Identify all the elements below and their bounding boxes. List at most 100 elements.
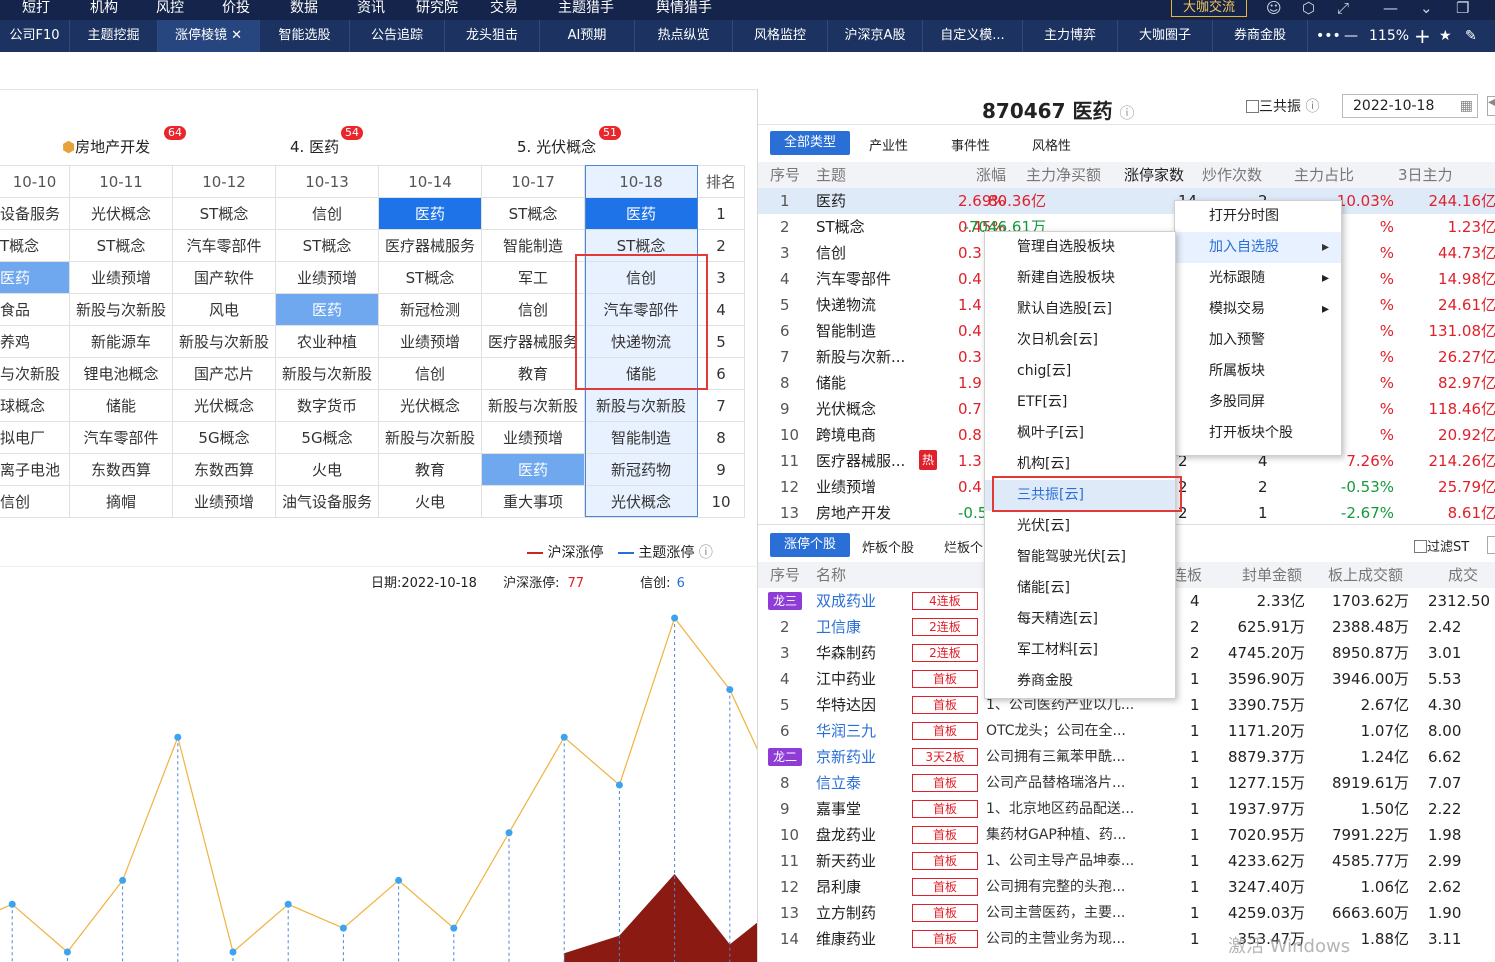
col-header[interactable]: 板上成交额 [1328, 562, 1403, 588]
stock-row[interactable]: 8 信立泰 首板 公司产品替格瑞洛片... 1 1277.15万 8919.61万 7.07 [758, 770, 1495, 796]
theme-cell[interactable]: 新股与次新股 [173, 326, 276, 358]
theme-cell[interactable]: 东数西算 [173, 454, 276, 486]
theme-cell[interactable]: 汽车零部件 [173, 230, 276, 262]
theme-cell[interactable]: 医疗器械服务 [379, 230, 482, 262]
theme-cell[interactable]: 智能制造 [482, 230, 585, 262]
filter-all-types[interactable]: 全部类型 [770, 131, 850, 155]
col-header[interactable]: 主力占比 [1294, 162, 1354, 188]
ctx-watchlist-item[interactable]: 默认自选股[云] [985, 294, 1175, 325]
menu-item-yuqinglieshou[interactable]: 舆情猎手 [656, 0, 712, 17]
tab-zhangting-prism[interactable]: 涨停棱镜 ✕ [158, 20, 260, 52]
theme-cell[interactable]: 业绩预增 [173, 486, 276, 518]
data-point[interactable] [63, 948, 71, 956]
theme-cell[interactable]: 业绩预增 [70, 262, 173, 294]
theme-cell[interactable]: 新股与次新股 [482, 390, 585, 422]
data-point[interactable] [174, 733, 182, 741]
help-icon[interactable]: ⓘ [699, 545, 713, 561]
theme-cell[interactable]: T概念 [0, 230, 70, 262]
stock-name[interactable]: 京新药业 [816, 744, 876, 770]
theme-cell[interactable]: 信创 [0, 486, 70, 518]
stock-name[interactable]: 嘉事堂 [816, 796, 861, 822]
zoom-in-icon[interactable]: + [1414, 20, 1431, 52]
ctx-watchlist-item[interactable]: 每天精选[云] [985, 604, 1175, 635]
ctx-watchlist-item[interactable]: 三共振[云] [985, 480, 1175, 511]
tab-leader-snipe[interactable]: 龙头狙击 [445, 20, 540, 52]
calendar-icon[interactable]: ▦ [1460, 95, 1473, 117]
tab-ai-expect[interactable]: AI预期 [540, 20, 635, 52]
more-icon[interactable]: ••• [1316, 20, 1341, 52]
tab-broken-board[interactable]: 炸板个股 [862, 537, 914, 556]
data-point[interactable] [8, 900, 16, 908]
ctx-watchlist-item[interactable]: 新建自选股板块 [985, 263, 1175, 294]
ctx-add-watchlist[interactable]: 加入自选股 ▸ [1175, 232, 1341, 263]
stock-name[interactable]: 信立泰 [816, 770, 861, 796]
theme-cell[interactable]: 快递物流 [585, 326, 698, 358]
theme-cell[interactable]: ST概念 [276, 230, 379, 262]
filter-style[interactable]: 风格性 [1032, 135, 1071, 154]
stock-name[interactable]: 维康药业 [816, 926, 876, 952]
theme-cell[interactable]: 新冠检测 [379, 294, 482, 326]
date-header[interactable]: 10-13 [276, 166, 379, 198]
theme-cell[interactable]: ST概念 [585, 230, 698, 262]
col-header[interactable]: 成交 [1448, 562, 1478, 588]
ctx-watchlist-item[interactable]: 枫叶子[云] [985, 418, 1175, 449]
theme-cell[interactable]: 与次新股 [0, 358, 70, 390]
theme-cell[interactable]: 医药 [0, 262, 70, 294]
theme-cell[interactable]: 新能源车 [70, 326, 173, 358]
theme-cell[interactable]: 油气设备服务 [276, 486, 379, 518]
theme-cell[interactable]: 医疗器械服务 [482, 326, 585, 358]
ctx-watchlist-item[interactable]: ETF[云] [985, 387, 1175, 418]
theme-cell[interactable]: 农业种植 [276, 326, 379, 358]
collapse-icon[interactable]: ⌄ [1420, 0, 1433, 16]
theme-cell[interactable]: 锂电池概念 [70, 358, 173, 390]
filter-st-checkbox[interactable]: 过滤ST [1414, 536, 1469, 555]
col-header[interactable]: 主力净买额 [1026, 162, 1101, 188]
data-point[interactable] [560, 733, 568, 741]
ctx-watchlist-item[interactable]: 券商金股 [985, 666, 1175, 697]
theme-cell[interactable]: 汽车零部件 [585, 294, 698, 326]
ctx-watchlist-item[interactable]: 管理自选股板块 [985, 232, 1175, 263]
shrink-icon[interactable]: ⤢ [1337, 0, 1349, 16]
date-header[interactable]: 10-12 [173, 166, 276, 198]
theme-cell[interactable]: 数字货币 [276, 390, 379, 422]
date-header[interactable]: 10-17 [482, 166, 585, 198]
stock-row[interactable]: 12 昂利康 首板 公司拥有完整的头孢... 1 3247.40万 1.06亿 2.62 [758, 874, 1495, 900]
theme-cell[interactable]: ST概念 [482, 198, 585, 230]
col-header[interactable]: 3日主力 [1398, 162, 1453, 188]
theme-cell[interactable]: 5G概念 [173, 422, 276, 454]
top-theme-2[interactable]: 4. 医药 [290, 136, 339, 157]
star-icon[interactable]: ★ [1439, 20, 1452, 52]
menu-item-zhutilieshou[interactable]: 主题猎手 [558, 0, 614, 17]
tab-limit-up-stocks[interactable]: 涨停个股 [770, 533, 850, 557]
stock-name[interactable]: 盘龙药业 [816, 822, 876, 848]
ctx-cursor-follow[interactable]: 光标跟随 ▸ [1175, 263, 1341, 294]
tab-a-shares[interactable]: 沪深京A股 [828, 20, 923, 52]
theme-cell[interactable]: 食品 [0, 294, 70, 326]
stock-name[interactable]: 双成药业 [816, 588, 876, 614]
theme-cell[interactable]: 储能 [585, 358, 698, 390]
theme-cell[interactable]: 新股与次新股 [379, 422, 482, 454]
stock-name[interactable]: 立方制药 [816, 900, 876, 926]
tab-daka-circle[interactable]: 大咖圈子 [1118, 20, 1213, 52]
theme-cell[interactable]: 离子电池 [0, 454, 70, 486]
theme-cell[interactable]: 信创 [276, 198, 379, 230]
stock-row[interactable]: 10 盘龙药业 首板 集药材GAP种植、药... 1 7020.95万 7991.22万 1.… [758, 822, 1495, 848]
ctx-watchlist-item[interactable]: 次日机会[云] [985, 325, 1175, 356]
stock-row[interactable]: 龙二 京新药业 3天2板 公司拥有三氟苯甲酰... 1 8879.37万 1.24亿 6.62 [758, 744, 1495, 770]
menu-item-shuju[interactable]: 数据 [290, 0, 318, 17]
ctx-open-timeshare[interactable]: 打开分时图 [1175, 201, 1341, 232]
tab-announcement[interactable]: 公告追踪 [350, 20, 445, 52]
date-header[interactable]: 10-10 [0, 166, 70, 198]
theme-cell[interactable]: ST概念 [379, 262, 482, 294]
ctx-watchlist-item[interactable]: chig[云] [985, 356, 1175, 387]
theme-cell[interactable]: 设备服务 [0, 198, 70, 230]
edit-icon[interactable]: ✎ [1465, 20, 1477, 52]
scroll-arrow-icon[interactable] [1487, 536, 1495, 554]
date-header[interactable]: 10-14 [379, 166, 482, 198]
sangongzhen-checkbox[interactable]: 三共振 ⓘ [1246, 96, 1319, 116]
theme-cell[interactable]: 业绩预增 [276, 262, 379, 294]
theme-cell[interactable]: 光伏概念 [585, 486, 698, 518]
theme-cell[interactable]: 信创 [482, 294, 585, 326]
tab-broker-stocks[interactable]: 券商金股 [1213, 20, 1308, 52]
stock-name[interactable]: 华森制药 [816, 640, 876, 666]
